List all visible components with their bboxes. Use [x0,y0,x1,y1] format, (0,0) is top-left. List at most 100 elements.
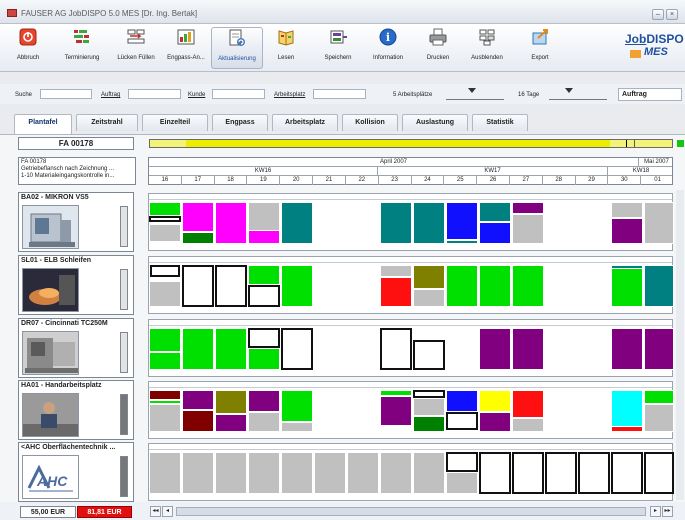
operation-block[interactable] [347,452,379,494]
minimize-icon[interactable]: – [652,9,664,20]
machine-card-ahc[interactable]: <AHC Oberflächentechnik ... AHC [18,442,134,502]
operation-block[interactable] [479,452,511,494]
operation-block[interactable] [248,202,280,232]
operation-block[interactable] [281,202,313,244]
operation-block[interactable] [215,452,247,494]
operation-block[interactable] [248,265,280,285]
operation-block[interactable] [149,452,181,494]
customer-filter-input[interactable] [212,89,265,99]
workplaces-slider[interactable] [446,88,504,100]
operation-block[interactable] [314,452,346,494]
operation-block[interactable] [248,230,280,244]
operation-block[interactable] [182,232,214,244]
operation-block[interactable] [611,390,643,430]
operation-block[interactable] [479,222,511,244]
operation-block[interactable] [644,265,674,307]
operation-block[interactable] [182,452,214,494]
operation-block[interactable] [446,265,478,307]
operation-block[interactable] [644,390,674,404]
operation-block[interactable] [479,202,511,222]
operation-block[interactable] [413,452,445,494]
operation-block[interactable] [380,452,412,494]
operation-block[interactable] [215,390,247,414]
operation-block[interactable] [413,289,445,307]
tab-statistik[interactable]: Statistik [472,114,528,131]
operation-block[interactable] [380,202,412,244]
cancel-button[interactable]: Abbruch [10,27,46,61]
machine-card-ba02[interactable]: BA02 - MIKRON VS5 [18,192,134,252]
tab-arbeitsplatz[interactable]: Arbeitsplatz [272,114,338,131]
operation-block[interactable] [644,452,674,494]
operation-block[interactable] [215,202,247,244]
operation-block[interactable] [446,412,478,430]
operation-block[interactable] [512,390,544,418]
operation-block[interactable] [479,328,511,370]
customer-filter-label[interactable]: Kunde [188,92,205,98]
order-number[interactable]: FA 00178 [18,137,134,150]
operation-block[interactable] [446,202,478,240]
operation-block[interactable] [380,396,412,426]
hide-button[interactable]: Ausblenden [465,27,509,61]
operation-block[interactable] [182,410,214,432]
operation-block[interactable] [248,452,280,494]
operation-block[interactable] [611,202,643,218]
tab-auslastung[interactable]: Auslastung [402,114,468,131]
operation-block[interactable] [611,452,643,494]
order-filter-label[interactable]: Auftrag [101,92,120,98]
operation-block[interactable] [413,202,445,244]
workplace-filter-label[interactable]: Arbeitsplatz [274,92,305,98]
operation-block[interactable] [479,412,511,432]
days-slider[interactable] [549,88,607,100]
operation-block[interactable] [413,340,445,370]
operation-block[interactable] [281,328,313,370]
information-button[interactable]: i Information [368,27,408,61]
operation-block[interactable] [380,265,412,277]
operation-block[interactable] [182,202,214,232]
print-button[interactable]: Drucken [420,27,456,61]
horizontal-scrollbar[interactable] [176,507,646,516]
tab-plantafel[interactable]: Plantafel [14,114,72,134]
operation-block[interactable] [446,390,478,412]
operation-block[interactable] [215,328,247,370]
operation-block[interactable] [149,281,181,307]
machine-lane-ba02[interactable] [148,193,674,251]
operation-block[interactable] [150,265,180,277]
order-filter-input[interactable] [128,89,181,99]
operation-block[interactable] [611,218,643,244]
operation-block[interactable] [248,348,280,370]
search-input[interactable] [40,89,92,99]
operation-block[interactable] [644,328,674,370]
operation-block[interactable] [182,328,214,370]
operation-block[interactable] [413,390,445,398]
operation-block[interactable] [644,202,674,244]
operation-block[interactable] [248,328,280,348]
operation-block[interactable] [281,452,313,494]
operation-block[interactable] [578,452,610,494]
tab-zeitstrahl[interactable]: Zeitstrahl [76,114,138,131]
save-button[interactable]: Speichern [318,27,358,61]
machine-card-ha01[interactable]: HA01 - Handarbeitsplatz [18,380,134,440]
operation-block[interactable] [149,352,181,370]
operation-block[interactable] [149,390,181,400]
operation-block[interactable] [644,404,674,432]
operation-block[interactable] [512,418,544,432]
operation-block[interactable] [545,452,577,494]
tab-kollision[interactable]: Kollision [342,114,398,131]
vertical-scrollbar[interactable] [676,190,684,500]
operation-block[interactable] [248,285,280,307]
operation-block[interactable] [380,277,412,307]
scroll-next-button[interactable]: ▸ [650,506,661,517]
operation-block[interactable] [413,416,445,432]
machine-lane-ha01[interactable] [148,381,674,439]
operation-block[interactable] [413,398,445,416]
operation-block[interactable] [149,216,181,222]
scroll-last-button[interactable]: ▸▸ [662,506,673,517]
read-button[interactable]: Lesen [268,27,304,61]
operation-block[interactable] [512,328,544,370]
machine-card-dr07[interactable]: DR07 - Cincinnati TC250M [18,318,134,378]
schedule-button[interactable]: Terminierung [60,27,104,61]
refresh-button[interactable]: Aktualisierung [211,27,263,69]
group-by-select[interactable]: Auftrag [618,88,682,101]
operation-block[interactable] [281,390,313,422]
scroll-first-button[interactable]: ◂◂ [150,506,161,517]
